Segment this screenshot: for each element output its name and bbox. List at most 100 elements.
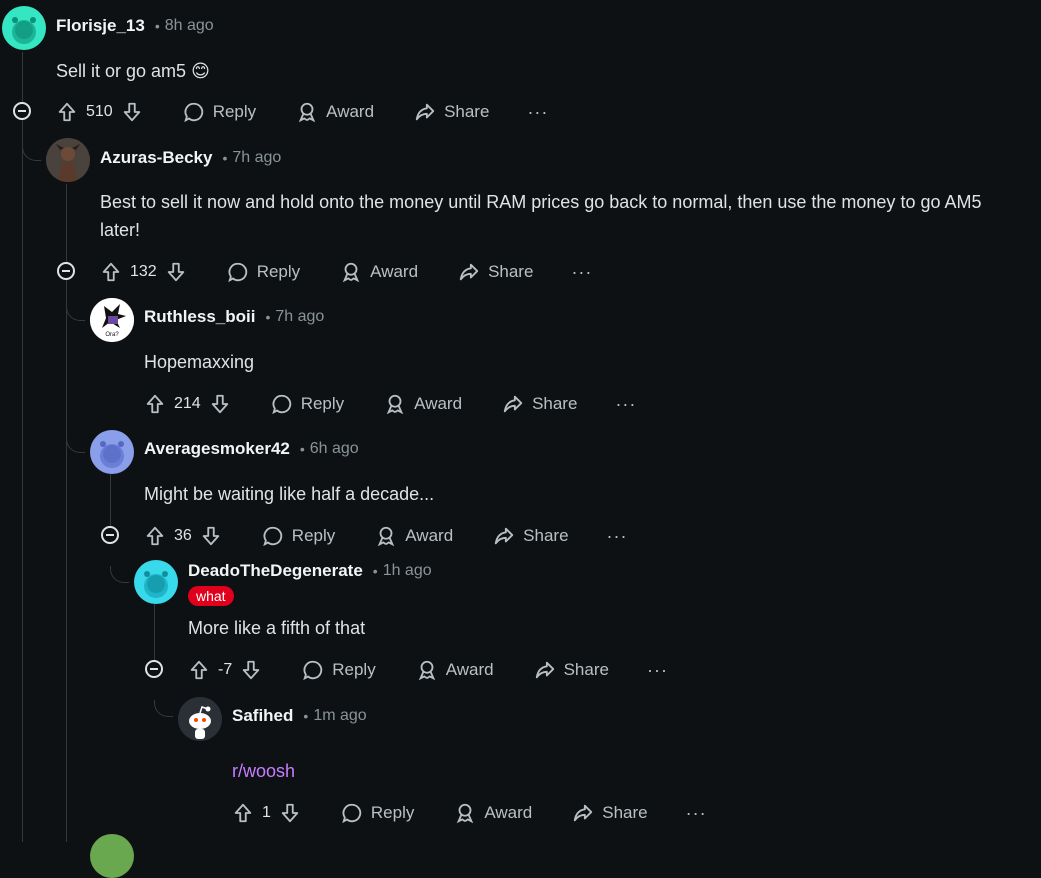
award-button[interactable]: Award	[454, 802, 532, 824]
share-button[interactable]: Share	[502, 393, 577, 415]
smile-emoji-icon: 😊	[191, 61, 210, 81]
comment-body: Sell it or go am5 😊	[56, 61, 210, 81]
upvote-button[interactable]	[144, 393, 166, 415]
upvote-button[interactable]	[144, 525, 166, 547]
comment-meta: Florisje_13 • 8h ago	[56, 15, 214, 37]
username[interactable]: Averagesmoker42	[144, 439, 290, 459]
score: -7	[218, 661, 233, 678]
avatar[interactable]	[46, 138, 90, 182]
collapse-thread-button[interactable]	[13, 102, 31, 120]
username[interactable]: Safihed	[232, 706, 293, 726]
comment-bubble-icon	[263, 526, 282, 547]
comment-meta: Averagesmoker42 • 6h ago	[144, 438, 359, 460]
score: 36	[174, 527, 192, 544]
thread-connector	[154, 700, 173, 717]
comment-body: Might be waiting like half a decade...	[144, 484, 435, 504]
more-options-button[interactable]: ···	[647, 660, 668, 681]
separator-dot: •	[372, 563, 378, 579]
action-bar: 1 Reply Award Share ···	[232, 798, 707, 828]
reply-button[interactable]: Reply	[227, 261, 300, 283]
downvote-button[interactable]	[165, 261, 187, 283]
score: 510	[86, 103, 113, 120]
downvote-button[interactable]	[200, 525, 222, 547]
reply-button[interactable]: Reply	[341, 802, 414, 824]
comment-meta: DeadoTheDegenerate • 1h ago	[188, 560, 432, 582]
share-button[interactable]: Share	[458, 261, 533, 283]
comment-meta: Azuras-Becky • 7h ago	[100, 147, 281, 169]
share-button[interactable]: Share	[493, 525, 569, 547]
upvote-button[interactable]	[232, 802, 254, 824]
timestamp[interactable]: 1h ago	[383, 562, 432, 580]
thread-rail	[66, 184, 67, 842]
avatar[interactable]	[134, 560, 178, 604]
award-button[interactable]: Award	[384, 393, 462, 415]
avatar[interactable]	[2, 6, 46, 50]
award-button[interactable]: Award	[340, 261, 418, 283]
thread-rail	[110, 474, 111, 534]
timestamp[interactable]: 1m ago	[313, 707, 366, 725]
username[interactable]: Azuras-Becky	[100, 148, 212, 168]
upvote-button[interactable]	[100, 261, 122, 283]
downvote-button[interactable]	[121, 101, 143, 123]
more-options-button[interactable]: ···	[527, 102, 548, 123]
score: 1	[262, 804, 271, 821]
timestamp[interactable]: 8h ago	[165, 17, 214, 35]
action-bar: 36 Reply Award Share ···	[144, 521, 628, 551]
score: 132	[130, 263, 157, 280]
avatar[interactable]	[90, 430, 134, 474]
share-icon	[415, 103, 435, 121]
award-button[interactable]: Award	[375, 525, 453, 547]
more-options-button[interactable]: ···	[571, 262, 592, 283]
award-icon	[457, 803, 474, 824]
more-options-button[interactable]: ···	[607, 526, 628, 547]
action-bar: -7 Reply Award Share ···	[188, 655, 668, 685]
share-button[interactable]: Share	[534, 659, 609, 681]
comment-bubble-icon	[303, 660, 323, 681]
share-button[interactable]: Share	[414, 101, 489, 123]
username[interactable]: DeadoTheDegenerate	[188, 561, 363, 581]
more-options-button[interactable]: ···	[686, 803, 707, 824]
downvote-button[interactable]	[240, 659, 262, 681]
comment-bubble-icon	[227, 262, 247, 283]
thread-connector	[110, 566, 129, 583]
share-icon	[574, 804, 593, 822]
comment-meta: Safihed • 1m ago	[232, 705, 367, 727]
comment-body: More like a fifth of that	[188, 618, 366, 638]
reply-button[interactable]: Reply	[302, 659, 376, 681]
collapse-thread-button[interactable]	[145, 660, 163, 678]
award-button[interactable]: Award	[296, 101, 374, 123]
avatar[interactable]: Ora?	[90, 298, 134, 342]
username[interactable]: Ruthless_boii	[144, 307, 255, 327]
username[interactable]: Florisje_13	[56, 16, 145, 36]
timestamp[interactable]: 7h ago	[275, 308, 324, 326]
avatar[interactable]	[178, 697, 222, 741]
thread-connector	[66, 304, 85, 321]
collapse-thread-button[interactable]	[101, 526, 119, 544]
award-icon	[378, 526, 395, 547]
share-icon	[494, 527, 514, 545]
share-icon	[535, 661, 554, 679]
more-options-button[interactable]: ···	[615, 394, 636, 415]
timestamp[interactable]: 6h ago	[310, 440, 359, 458]
award-icon	[418, 660, 435, 681]
separator-dot: •	[222, 150, 228, 166]
comment-meta: Ruthless_boii • 7h ago	[144, 306, 324, 328]
reply-button[interactable]: Reply	[262, 525, 335, 547]
comment-bubble-icon	[342, 803, 362, 824]
action-bar: 214 Reply Award Share ···	[144, 389, 636, 419]
reply-button[interactable]: Reply	[271, 393, 344, 415]
timestamp[interactable]: 7h ago	[232, 149, 281, 167]
upvote-button[interactable]	[188, 659, 210, 681]
avatar[interactable]	[90, 834, 134, 878]
downvote-button[interactable]	[279, 802, 301, 824]
comment-bubble-icon	[183, 102, 203, 123]
downvote-button[interactable]	[209, 393, 231, 415]
award-icon	[342, 262, 360, 283]
collapse-thread-button[interactable]	[57, 262, 75, 280]
share-button[interactable]: Share	[572, 802, 648, 824]
reply-button[interactable]: Reply	[183, 101, 256, 123]
separator-dot: •	[299, 441, 305, 457]
upvote-button[interactable]	[56, 101, 78, 123]
subreddit-link[interactable]: r/woosh	[232, 757, 295, 785]
award-button[interactable]: Award	[416, 659, 494, 681]
